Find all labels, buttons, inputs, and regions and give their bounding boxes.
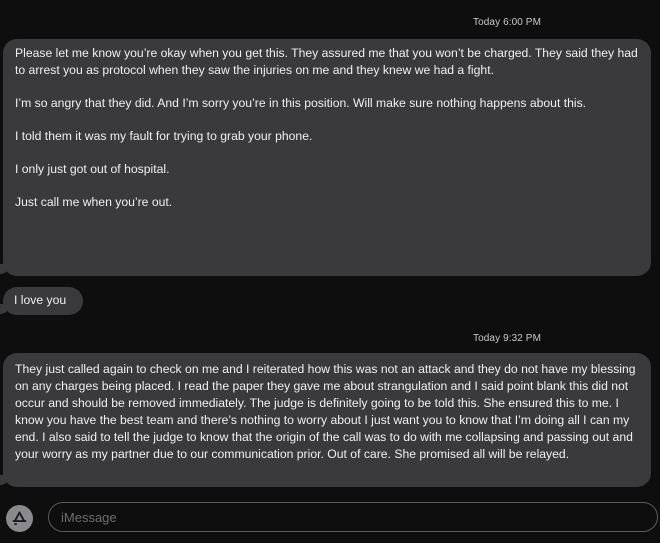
message-3-text: They just called again to check on me an… bbox=[15, 362, 639, 461]
message-bubble-2[interactable]: I love you bbox=[3, 287, 83, 315]
app-store-button[interactable] bbox=[6, 505, 33, 532]
message-1-paragraph-4: I only just got out of hospital. bbox=[15, 162, 170, 176]
message-1-paragraph-1: Please let me know you’re okay when you … bbox=[15, 46, 642, 77]
message-1-paragraph-5: Just call me when you’re out. bbox=[15, 195, 173, 209]
message-composer: iMessage bbox=[0, 497, 660, 543]
timestamp-2: Today 9:32 PM bbox=[473, 333, 542, 344]
message-1-paragraph-3: I told them it was my fault for trying t… bbox=[15, 129, 313, 143]
imessage-input[interactable]: iMessage bbox=[48, 502, 658, 532]
message-1-paragraph-2: I’m so angry that they did. And I’m sorr… bbox=[15, 96, 587, 110]
message-2-text: I love you bbox=[14, 293, 67, 307]
app-store-icon bbox=[12, 511, 27, 525]
timestamp-1: Today 6:00 PM bbox=[473, 17, 542, 28]
message-bubble-1[interactable]: Please let me know you’re okay when you … bbox=[3, 39, 651, 276]
message-bubble-3[interactable]: They just called again to check on me an… bbox=[3, 353, 651, 487]
imessage-input-placeholder: iMessage bbox=[61, 509, 117, 525]
